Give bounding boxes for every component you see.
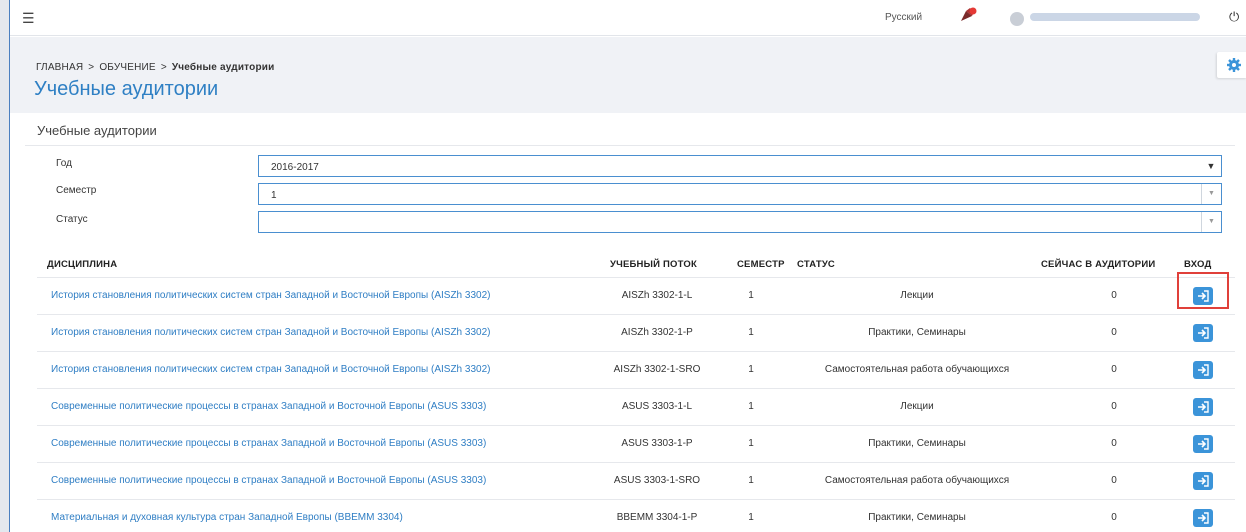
- table-row: Материальная и духовная культура стран З…: [37, 499, 1235, 532]
- gear-icon: [1227, 58, 1241, 72]
- semester-select[interactable]: 1 ▼: [258, 183, 1222, 205]
- year-select[interactable]: 2016-2017 ▼: [258, 155, 1222, 177]
- enter-button[interactable]: [1193, 435, 1213, 453]
- notification-icon[interactable]: [960, 7, 978, 23]
- avatar[interactable]: [1010, 12, 1024, 26]
- column-header-status: СТАТУС: [797, 259, 835, 270]
- semester-cell: 1: [748, 512, 754, 523]
- enter-button[interactable]: [1193, 324, 1213, 342]
- table-row: Современные политические процессы в стра…: [37, 425, 1235, 462]
- status-cell: Самостоятельная работа обучающихся: [824, 475, 1010, 486]
- breadcrumb-home[interactable]: ГЛАВНАЯ: [36, 62, 83, 73]
- discipline-link[interactable]: История становления политических систем …: [51, 364, 490, 375]
- enter-button[interactable]: [1193, 472, 1213, 490]
- status-label: Статус: [56, 214, 88, 225]
- status-cell: Самостоятельная работа обучающихся: [824, 364, 1010, 375]
- panel-title: Учебные аудитории: [37, 123, 157, 138]
- discipline-link[interactable]: История становления политических систем …: [51, 290, 490, 301]
- stream-cell: ASUS 3303-1-SRO: [613, 475, 701, 486]
- now-in-room-cell: 0: [1111, 438, 1117, 449]
- semester-cell: 1: [748, 290, 754, 301]
- power-icon[interactable]: ⏻: [1229, 9, 1239, 25]
- table-row: История становления политических систем …: [37, 272, 1235, 314]
- user-name-blurred[interactable]: [1030, 13, 1200, 21]
- panel-divider: [25, 145, 1235, 146]
- now-in-room-cell: 0: [1111, 401, 1117, 412]
- semester-cell: 1: [748, 475, 754, 486]
- chevron-down-icon: ▼: [1201, 184, 1221, 204]
- stream-cell: ASUS 3303-1-P: [621, 438, 693, 449]
- sign-in-icon: [1198, 512, 1209, 524]
- sign-in-icon: [1198, 364, 1209, 376]
- column-header-enter: ВХОД: [1184, 259, 1212, 270]
- year-label: Год: [56, 158, 72, 169]
- table-row: История становления политических систем …: [37, 351, 1235, 388]
- page-header: ГЛАВНАЯ > ОБУЧЕНИЕ > Учебные аудитории Учебн…: [10, 37, 1246, 113]
- now-in-room-cell: 0: [1111, 364, 1117, 375]
- page-title: Учебные аудитории: [34, 78, 219, 100]
- chevron-down-icon: ▼: [1206, 161, 1216, 171]
- now-in-room-cell: 0: [1111, 512, 1117, 523]
- sign-in-icon: [1198, 327, 1209, 339]
- sign-in-icon: [1198, 401, 1209, 413]
- status-select[interactable]: ▼: [258, 211, 1222, 233]
- discipline-link[interactable]: Современные политические процессы в стра…: [51, 438, 486, 449]
- status-cell: Лекции: [900, 290, 934, 301]
- now-in-room-cell: 0: [1111, 290, 1117, 301]
- status-cell: Лекции: [900, 401, 934, 412]
- language-selector[interactable]: Русский: [885, 12, 922, 23]
- table-row: Современные политические процессы в стра…: [37, 388, 1235, 425]
- now-in-room-cell: 0: [1111, 327, 1117, 338]
- stream-cell: ASUS 3303-1-L: [621, 401, 693, 412]
- discipline-link[interactable]: Материальная и духовная культура стран З…: [51, 512, 403, 523]
- top-bar: ☰ Русский ⏻: [10, 0, 1246, 36]
- stream-cell: AISZh 3302-1-L: [621, 290, 693, 301]
- semester-cell: 1: [748, 438, 754, 449]
- breadcrumb-separator: >: [160, 62, 167, 73]
- breadcrumb-current: Учебные аудитории: [171, 62, 275, 73]
- discipline-link[interactable]: История становления политических систем …: [51, 327, 490, 338]
- classrooms-panel: Учебные аудитории Год 2016-2017 ▼ Семест…: [25, 113, 1246, 532]
- breadcrumb-separator: >: [88, 62, 95, 73]
- status-cell: Практики, Семинары: [868, 327, 966, 338]
- stream-cell: AISZh 3302-1-SRO: [613, 364, 701, 375]
- breadcrumb: ГЛАВНАЯ > ОБУЧЕНИЕ > Учебные аудитории: [36, 62, 274, 73]
- sign-in-icon: [1198, 475, 1209, 487]
- discipline-link[interactable]: Современные политические процессы в стра…: [51, 401, 486, 412]
- semester-cell: 1: [748, 327, 754, 338]
- highlight-box: [1177, 272, 1229, 309]
- sign-in-icon: [1198, 438, 1209, 450]
- discipline-link[interactable]: Современные политические процессы в стра…: [51, 475, 486, 486]
- breadcrumb-education[interactable]: ОБУЧЕНИЕ: [99, 62, 155, 73]
- enter-button[interactable]: [1193, 509, 1213, 527]
- column-header-discipline: ДИСЦИПЛИНА: [47, 259, 118, 270]
- app-frame: ☰ Русский ⏻ ГЛАВНАЯ > ОБУЧЕНИЕ > Учебные ауд…: [9, 0, 1246, 532]
- status-cell: Практики, Семинары: [868, 438, 966, 449]
- semester-label: Семестр: [56, 185, 97, 196]
- semester-cell: 1: [748, 401, 754, 412]
- semester-select-value: 1: [271, 190, 277, 201]
- now-in-room-cell: 0: [1111, 475, 1117, 486]
- column-header-now-in-room: СЕЙЧАС В АУДИТОРИИ: [1041, 259, 1156, 270]
- settings-button[interactable]: [1217, 52, 1246, 78]
- menu-icon[interactable]: ☰: [22, 10, 35, 27]
- column-header-semester: СЕМЕСТР: [737, 259, 785, 270]
- status-cell: Практики, Семинары: [868, 512, 966, 523]
- table-row: История становления политических систем …: [37, 314, 1235, 351]
- year-select-value: 2016-2017: [271, 162, 319, 173]
- enter-button[interactable]: [1193, 398, 1213, 416]
- stream-cell: BBEMM 3304-1-P: [616, 512, 698, 523]
- column-header-stream: УЧЕБНЫЙ ПОТОК: [610, 259, 697, 270]
- chevron-down-icon: ▼: [1201, 212, 1221, 232]
- semester-cell: 1: [748, 364, 754, 375]
- enter-button[interactable]: [1193, 361, 1213, 379]
- stream-cell: AISZh 3302-1-P: [621, 327, 693, 338]
- table-row: Современные политические процессы в стра…: [37, 462, 1235, 499]
